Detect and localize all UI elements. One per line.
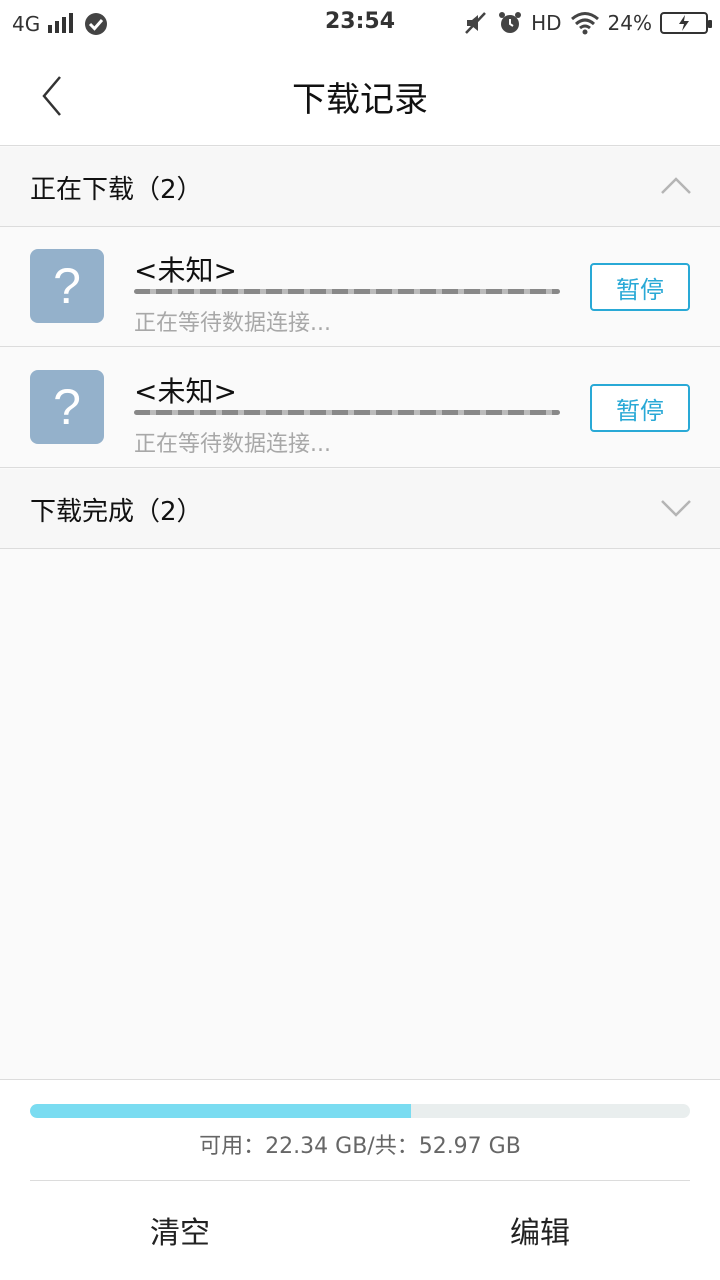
download-progress-bar xyxy=(134,410,560,415)
pause-button[interactable]: 暂停 xyxy=(590,384,690,432)
section-downloading-title: 正在下载（2） xyxy=(30,175,203,205)
download-item-status: 正在等待数据连接... xyxy=(134,311,331,336)
chevron-left-icon xyxy=(42,76,61,116)
download-item-status: 正在等待数据连接... xyxy=(134,432,331,457)
section-downloading-header[interactable]: 正在下载（2） xyxy=(0,147,720,227)
section-completed-title: 下载完成（2） xyxy=(30,497,203,527)
download-item[interactable]: ? <未知> 正在等待数据连接... 暂停 xyxy=(0,227,720,347)
hd-label: HD xyxy=(531,11,562,35)
battery-icon xyxy=(660,12,712,34)
battery-percent: 24% xyxy=(607,11,652,35)
pause-button[interactable]: 暂停 xyxy=(590,263,690,311)
footer-divider xyxy=(30,1180,690,1181)
check-circle-icon xyxy=(85,13,108,35)
question-mark-icon: ? xyxy=(30,249,104,323)
storage-bar xyxy=(30,1104,690,1118)
alarm-icon xyxy=(499,12,522,33)
nav-bar: 下载记录 xyxy=(0,46,720,146)
page-title: 下载记录 xyxy=(292,80,428,120)
signal-icon xyxy=(48,13,74,33)
storage-text: 可用：22.34 GB/共：52.97 GB xyxy=(199,1134,521,1159)
status-bar: 4G 23:54 HD 24% xyxy=(0,0,720,46)
status-left: 4G xyxy=(12,10,110,38)
download-progress-bar xyxy=(134,289,560,294)
footer: 可用：22.34 GB/共：52.97 GB 清空 编辑 xyxy=(0,1079,720,1280)
back-button[interactable] xyxy=(28,68,76,124)
question-mark-icon: ? xyxy=(30,370,104,444)
status-right: HD 24% xyxy=(463,10,712,36)
chevron-up-icon xyxy=(661,177,691,194)
download-item-name: <未知> xyxy=(134,254,237,287)
network-label: 4G xyxy=(12,12,41,36)
mute-icon xyxy=(465,12,486,34)
wifi-icon xyxy=(570,12,599,35)
charging-bolt-icon xyxy=(679,15,689,31)
edit-button[interactable]: 编辑 xyxy=(360,1200,720,1260)
storage-bar-fill xyxy=(30,1104,412,1118)
chevron-down-icon xyxy=(661,500,691,517)
clear-button[interactable]: 清空 xyxy=(0,1200,360,1260)
download-item-name: <未知> xyxy=(134,375,237,408)
download-item[interactable]: ? <未知> 正在等待数据连接... 暂停 xyxy=(0,348,720,468)
section-completed-header[interactable]: 下载完成（2） xyxy=(0,469,720,549)
